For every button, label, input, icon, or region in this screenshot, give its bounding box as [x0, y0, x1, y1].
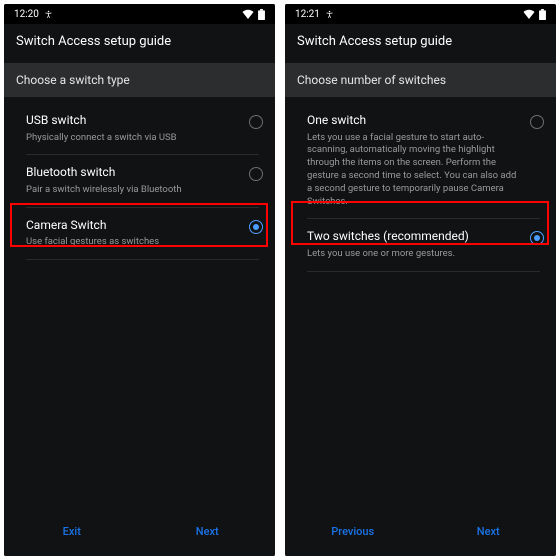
divider: [26, 259, 259, 260]
option-usb-switch[interactable]: USB switch Physically connect a switch v…: [4, 103, 275, 154]
next-button[interactable]: Next: [140, 513, 276, 552]
accessibility-icon: [44, 10, 53, 19]
accessibility-icon: [325, 10, 334, 19]
option-bluetooth-switch[interactable]: Bluetooth switch Pair a switch wirelessl…: [4, 155, 275, 206]
option-desc: Use facial gestures as switches: [26, 236, 239, 249]
page-title: Switch Access setup guide: [4, 24, 275, 63]
radio-icon[interactable]: [249, 220, 263, 234]
phone-inner: Switch Access setup guide Choose number …: [285, 24, 556, 556]
phone-right: 12:21 Switch Access setup guide Choose n…: [285, 4, 556, 556]
option-title: One switch: [307, 113, 520, 129]
bottom-bar: Exit Next: [4, 513, 275, 556]
phone-left: 12:20 Switch Access setup guide Choose a…: [4, 4, 275, 556]
wifi-icon: [523, 9, 535, 19]
bottom-bar: Previous Next: [285, 513, 556, 556]
next-button[interactable]: Next: [421, 513, 557, 552]
option-desc: Lets you use one or more gestures.: [307, 248, 520, 261]
option-title: USB switch: [26, 113, 239, 129]
options-list: USB switch Physically connect a switch v…: [4, 97, 275, 513]
radio-icon[interactable]: [249, 167, 263, 181]
status-time: 12:20: [14, 9, 39, 20]
option-one-switch[interactable]: One switch Lets you use a facial gesture…: [285, 103, 556, 218]
phone-inner: Switch Access setup guide Choose a switc…: [4, 24, 275, 556]
page-title: Switch Access setup guide: [285, 24, 556, 63]
status-bar: 12:21: [285, 4, 556, 24]
status-bar: 12:20: [4, 4, 275, 24]
option-camera-switch[interactable]: Camera Switch Use facial gestures as swi…: [4, 208, 275, 259]
option-desc: Lets you use a facial gesture to start a…: [307, 132, 520, 209]
options-list: One switch Lets you use a facial gesture…: [285, 97, 556, 513]
status-time: 12:21: [295, 9, 320, 20]
exit-button[interactable]: Exit: [4, 513, 140, 552]
radio-icon[interactable]: [530, 231, 544, 245]
radio-icon[interactable]: [249, 115, 263, 129]
comparison-container: 12:20 Switch Access setup guide Choose a…: [0, 0, 560, 560]
battery-icon: [258, 9, 265, 20]
section-header: Choose a switch type: [4, 63, 275, 97]
divider: [307, 271, 540, 272]
previous-button[interactable]: Previous: [285, 513, 421, 552]
option-desc: Physically connect a switch via USB: [26, 132, 239, 145]
section-header: Choose number of switches: [285, 63, 556, 97]
option-two-switches[interactable]: Two switches (recommended) Lets you use …: [285, 219, 556, 270]
radio-icon[interactable]: [530, 115, 544, 129]
option-title: Camera Switch: [26, 218, 239, 234]
option-title: Bluetooth switch: [26, 165, 239, 181]
battery-icon: [539, 9, 546, 20]
option-desc: Pair a switch wirelessly via Bluetooth: [26, 184, 239, 197]
wifi-icon: [242, 9, 254, 19]
option-title: Two switches (recommended): [307, 229, 520, 245]
